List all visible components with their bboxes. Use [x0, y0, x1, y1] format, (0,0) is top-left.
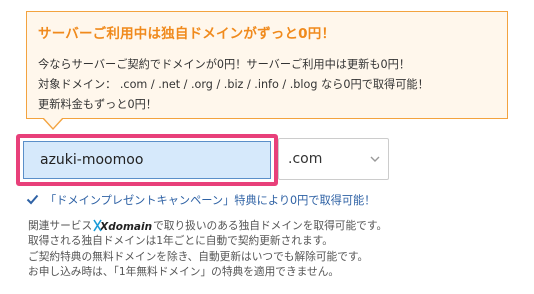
xdomain-logo: Xdomain: [93, 219, 153, 235]
promo-callout: サーバーご利用中は独自ドメインがずっと0円！ 今ならサーバーご契約でドメインが0…: [26, 11, 508, 119]
domain-input-highlight: [16, 134, 278, 186]
check-icon: [26, 194, 39, 205]
promo-line-3: 更新料金もずっと0円！: [38, 98, 157, 111]
note-line-1-suffix: で取り扱いのある独自ドメインを取得可能です。: [153, 219, 388, 232]
xdomain-x-mark-icon: [93, 219, 102, 232]
notes: 関連サービス Xdomainで取り扱いのある独自ドメインを取得可能です。 取得され…: [28, 218, 387, 279]
xdomain-logo-text: Xdomain: [100, 221, 153, 233]
campaign-text: 「ドメインプレゼントキャンペーン」特典により0円で取得可能！: [45, 194, 376, 207]
note-line-3: ご契約特典の無料ドメインを除き、自動更新はいつでも解除可能です。: [28, 249, 369, 263]
note-line-2: 取得される独自ドメインは1年ごとに自動で契約更新されます。: [28, 234, 333, 248]
note-line-4: お申し込み時は、「1年無料ドメイン」の特典を適用できません。: [28, 264, 340, 278]
tld-selected-value: .com: [288, 151, 323, 167]
promo-line-1: 今ならサーバーご契約でドメインが0円！サーバーご利用中は更新も0円！: [38, 58, 411, 71]
tld-select[interactable]: .com: [278, 138, 389, 180]
campaign-note: 「ドメインプレゼントキャンペーン」特典により0円で取得可能！: [26, 192, 375, 208]
promo-title: サーバーご利用中は独自ドメインがずっと0円！: [38, 26, 336, 42]
note-line-1-prefix: 関連サービス: [28, 219, 93, 232]
chevron-down-icon: [370, 156, 380, 162]
promo-line-2: 対象ドメイン： .com / .net / .org / .biz / .inf…: [38, 78, 429, 91]
promo-callout-pointer-fill: [43, 117, 63, 128]
domain-name-input[interactable]: [23, 141, 271, 179]
note-line-1: 関連サービス Xdomainで取り扱いのある独自ドメインを取得可能です。: [28, 218, 387, 233]
